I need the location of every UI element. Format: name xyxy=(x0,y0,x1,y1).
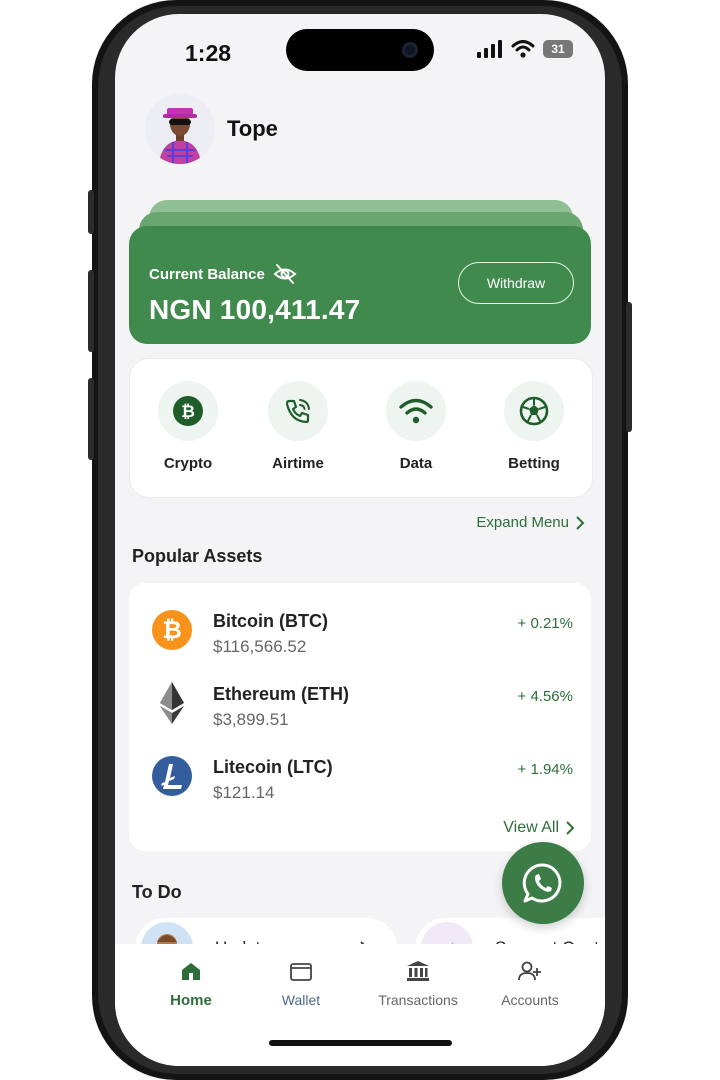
nav-label: Transactions xyxy=(378,992,458,1008)
home-indicator xyxy=(269,1040,452,1046)
battery-indicator: 31 xyxy=(543,40,573,58)
quick-menu: ₿ Crypto Airtime Data Betting xyxy=(129,358,593,498)
quick-menu-label: Data xyxy=(399,455,433,472)
balance-card: Current Balance NGN 100,411.47 Withdraw xyxy=(129,226,591,344)
asset-row-eth[interactable]: Ethereum (ETH) $3,899.51 + 4.56% xyxy=(129,682,591,742)
chevron-right-icon xyxy=(576,515,585,530)
nav-accounts[interactable]: Accounts xyxy=(475,958,585,1008)
status-time: 1:28 xyxy=(185,40,232,66)
svg-text:₿: ₿ xyxy=(162,616,182,644)
svg-text:₿: ₿ xyxy=(181,402,195,422)
asset-name: Litecoin (LTC) xyxy=(213,757,333,777)
side-button xyxy=(88,270,94,352)
app-screen: 1:28 31 Tope Current Balance NGN 100,411… xyxy=(115,14,605,1066)
cellular-signal-icon xyxy=(477,40,502,58)
withdraw-button[interactable]: Withdraw xyxy=(458,262,574,304)
camera-icon xyxy=(402,42,418,58)
popular-assets-title: Popular Assets xyxy=(132,546,263,566)
bitcoin-coin-icon: ₿ xyxy=(152,610,192,650)
nav-transactions[interactable]: Transactions xyxy=(363,958,473,1008)
view-all-link[interactable]: View All xyxy=(503,819,575,837)
todo-title: To Do xyxy=(132,882,182,902)
wallet-icon xyxy=(290,963,312,981)
nav-home[interactable]: Home xyxy=(136,958,246,1009)
nav-label: Home xyxy=(170,992,212,1009)
profile-name: Tope xyxy=(227,116,278,141)
chevron-right-icon xyxy=(566,821,575,835)
bank-icon xyxy=(407,961,429,981)
asset-price: $121.14 xyxy=(213,783,275,802)
quick-menu-crypto[interactable]: ₿ Crypto xyxy=(138,381,238,472)
profile-header[interactable]: Tope xyxy=(145,94,278,164)
asset-name: Ethereum (ETH) xyxy=(213,684,350,704)
avatar[interactable] xyxy=(145,94,215,164)
bitcoin-icon: ₿ xyxy=(173,396,203,426)
balance-label: Current Balance xyxy=(149,265,265,283)
avatar-illustration xyxy=(145,94,215,164)
asset-change: + 1.94% xyxy=(517,761,573,778)
nav-label: Wallet xyxy=(281,992,321,1008)
expand-menu-label: Expand Menu xyxy=(476,514,569,531)
nav-wallet[interactable]: Wallet xyxy=(246,958,356,1008)
whatsapp-button[interactable] xyxy=(502,842,584,924)
status-icons: 31 xyxy=(477,40,573,58)
asset-change: + 0.21% xyxy=(517,615,573,632)
side-button xyxy=(88,190,94,234)
quick-menu-label: Airtime xyxy=(272,455,324,472)
add-user-icon xyxy=(518,961,541,981)
dynamic-island xyxy=(286,29,434,71)
asset-name: Bitcoin (BTC) xyxy=(213,611,328,631)
asset-price: $116,566.52 xyxy=(213,637,307,656)
ethereum-icon xyxy=(160,682,184,724)
wifi-status-icon xyxy=(511,40,535,58)
home-icon xyxy=(182,963,200,980)
side-button xyxy=(626,302,632,432)
whatsapp-icon xyxy=(522,863,562,903)
litecoin-icon xyxy=(152,756,192,796)
balance-label-row: Current Balance xyxy=(149,262,297,286)
view-all-label: View All xyxy=(503,819,559,836)
hide-balance-icon[interactable] xyxy=(273,262,297,286)
asset-change: + 4.56% xyxy=(517,688,573,705)
side-button xyxy=(88,378,94,460)
popular-assets-card: ₿ Bitcoin (BTC) $116,566.52 + 0.21% Ethe… xyxy=(129,583,591,851)
quick-menu-airtime[interactable]: Airtime xyxy=(248,381,348,472)
asset-row-ltc[interactable]: Litecoin (LTC) $121.14 + 1.94% xyxy=(129,755,591,815)
asset-price: $3,899.51 xyxy=(213,710,289,729)
quick-menu-label: Crypto xyxy=(163,455,213,472)
asset-row-btc[interactable]: ₿ Bitcoin (BTC) $116,566.52 + 0.21% xyxy=(129,609,591,669)
wifi-icon xyxy=(399,398,433,424)
quick-menu-label: Betting xyxy=(508,455,560,472)
expand-menu-link[interactable]: Expand Menu xyxy=(476,514,585,531)
quick-menu-betting[interactable]: Betting xyxy=(484,381,584,472)
phone-call-icon xyxy=(285,399,310,424)
soccer-ball-icon xyxy=(519,396,549,426)
bottom-navigation: Home Wallet Transactions Accounts xyxy=(115,944,605,1066)
nav-label: Accounts xyxy=(501,992,559,1008)
balance-amount: NGN 100,411.47 xyxy=(149,294,361,325)
quick-menu-data[interactable]: Data xyxy=(366,381,466,472)
